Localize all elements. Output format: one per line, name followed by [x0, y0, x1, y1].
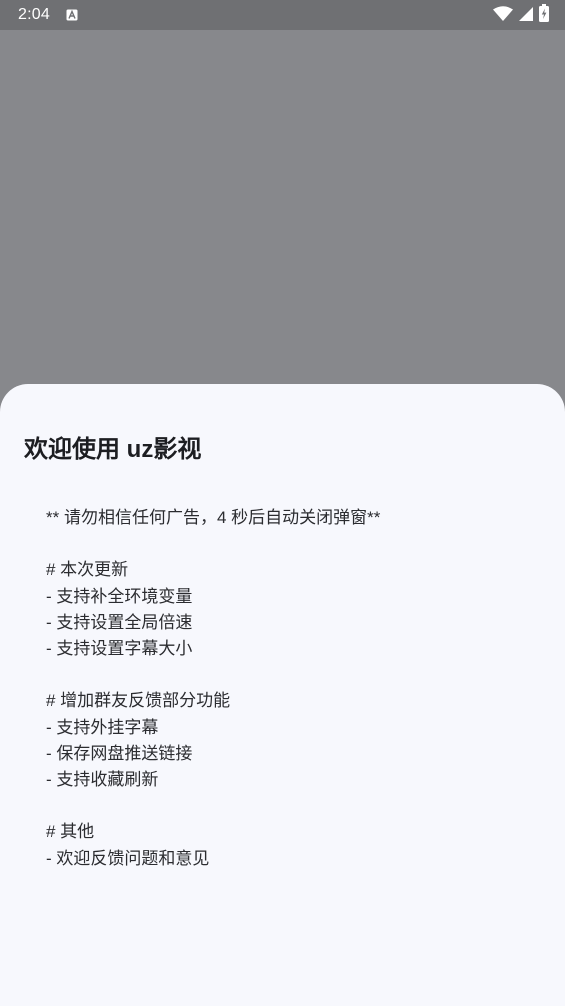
dialog-line — [46, 662, 526, 688]
status-time: 2:04 — [18, 6, 50, 23]
dialog-line: - 支持补全环境变量 — [46, 586, 193, 606]
dialog-line — [46, 531, 526, 557]
dialog-line: # 其他 — [46, 822, 95, 842]
signal-icon — [519, 6, 533, 25]
dialog-line: ** 请勿相信任何广告，4 秒后自动关闭弹窗** — [46, 508, 381, 527]
dialog-line: # 本次更新 — [46, 560, 129, 580]
dialog-title: 欢迎使用 uz影视 — [24, 436, 202, 463]
wifi-icon — [493, 5, 513, 25]
dialog-line: - 欢迎反馈问题和意见 — [46, 848, 210, 868]
dialog-line: - 保存网盘推送链接 — [46, 743, 193, 763]
dialog-line — [46, 793, 526, 819]
screen: 2:04 欢迎使用 uz影视 ** 请勿相信任何广告，4 秒后自动关闭弹窗** … — [0, 0, 565, 1006]
dialog-line: - 支持收藏刷新 — [46, 770, 159, 789]
dialog-line: - 支持设置字幕大小 — [46, 639, 193, 658]
dialog-line: - 支持外挂字幕 — [46, 717, 159, 737]
status-bar: 2:04 — [0, 0, 565, 30]
status-icons — [493, 4, 549, 26]
dialog-line: - 支持设置全局倍速 — [46, 612, 193, 632]
welcome-dialog: 欢迎使用 uz影视 ** 请勿相信任何广告，4 秒后自动关闭弹窗** # 本次更… — [0, 384, 565, 1006]
font-a-icon — [66, 9, 78, 21]
dialog-line: # 增加群友反馈部分功能 — [46, 691, 231, 711]
battery-charging-icon — [539, 4, 549, 26]
dialog-body: ** 请勿相信任何广告，4 秒后自动关闭弹窗** # 本次更新 - 支持补全环境… — [46, 505, 526, 872]
